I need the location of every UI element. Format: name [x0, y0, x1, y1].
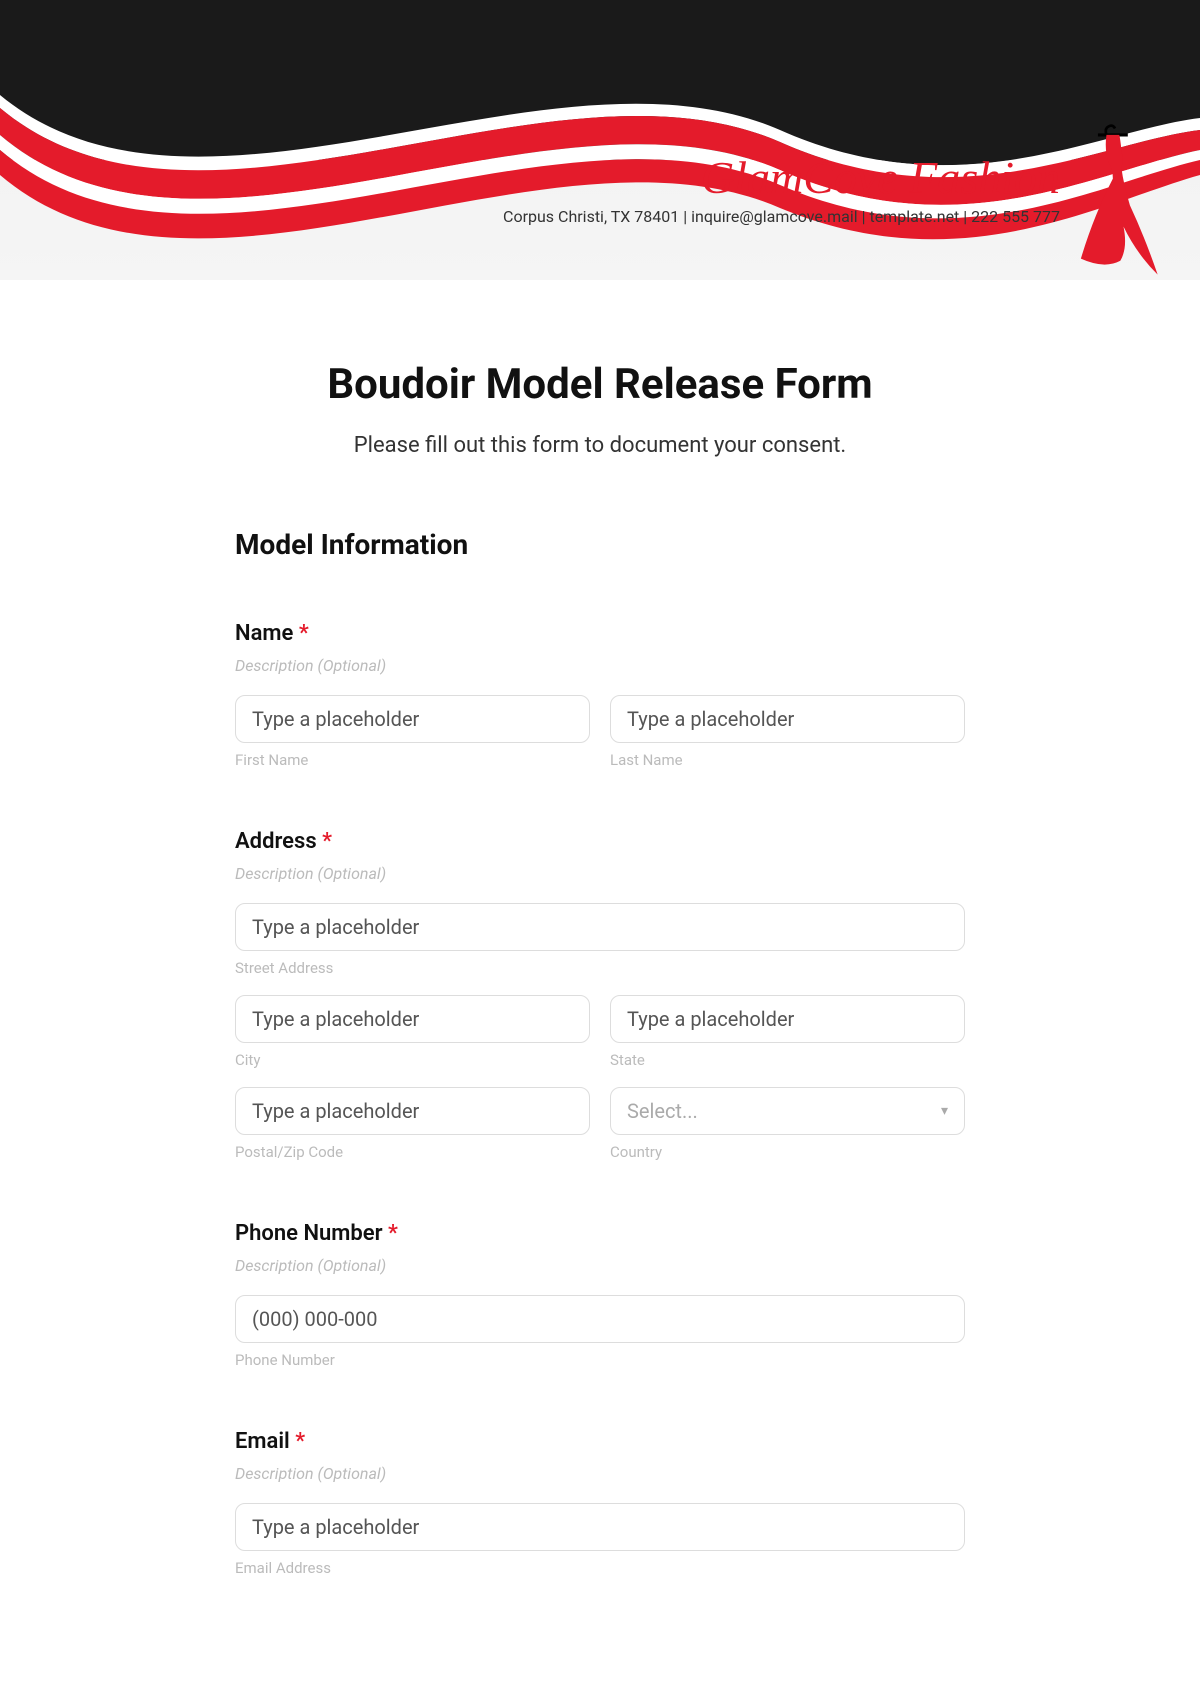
field-group-phone: Phone Number * Description (Optional) Ph… — [235, 1221, 965, 1369]
label-name-text: Name — [235, 621, 293, 646]
brand-name: GlamCove Fashion — [503, 155, 1060, 201]
input-phone[interactable] — [235, 1295, 965, 1343]
sublabel-country: Country — [610, 1143, 965, 1161]
select-country[interactable]: Select... ▾ — [610, 1087, 965, 1135]
sublabel-postal: Postal/Zip Code — [235, 1143, 590, 1161]
select-country-placeholder: Select... — [627, 1099, 698, 1123]
form-container: Boudoir Model Release Form Please fill o… — [120, 360, 1080, 1577]
chevron-down-icon: ▾ — [941, 1103, 948, 1119]
brand-contact: Corpus Christi, TX 78401 | inquire@glamc… — [503, 207, 1060, 226]
input-email[interactable] — [235, 1503, 965, 1551]
sublabel-state: State — [610, 1051, 965, 1069]
sublabel-street: Street Address — [235, 959, 965, 977]
desc-phone: Description (Optional) — [235, 1256, 965, 1275]
desc-address: Description (Optional) — [235, 864, 965, 883]
input-city[interactable] — [235, 995, 590, 1043]
form-title: Boudoir Model Release Form — [235, 360, 965, 409]
required-mark: * — [299, 621, 309, 646]
label-name: Name * — [235, 621, 965, 646]
label-phone: Phone Number * — [235, 1221, 965, 1246]
label-email: Email * — [235, 1429, 965, 1454]
input-first-name[interactable] — [235, 695, 590, 743]
label-phone-text: Phone Number — [235, 1221, 383, 1246]
required-mark: * — [388, 1221, 398, 1246]
sublabel-email: Email Address — [235, 1559, 965, 1577]
desc-email: Description (Optional) — [235, 1464, 965, 1483]
sublabel-first-name: First Name — [235, 751, 590, 769]
input-postal[interactable] — [235, 1087, 590, 1135]
label-email-text: Email — [235, 1429, 290, 1454]
desc-name: Description (Optional) — [235, 656, 965, 675]
sublabel-city: City — [235, 1051, 590, 1069]
sublabel-last-name: Last Name — [610, 751, 965, 769]
label-address: Address * — [235, 829, 965, 854]
field-group-name: Name * Description (Optional) First Name… — [235, 621, 965, 769]
dress-logo-icon — [1060, 120, 1170, 280]
field-group-address: Address * Description (Optional) Street … — [235, 829, 965, 1161]
sublabel-phone: Phone Number — [235, 1351, 965, 1369]
input-state[interactable] — [610, 995, 965, 1043]
wave-graphic — [0, 0, 1200, 280]
form-subtitle: Please fill out this form to document yo… — [235, 433, 965, 458]
brand-block: GlamCove Fashion Corpus Christi, TX 7840… — [503, 155, 1060, 226]
required-mark: * — [322, 829, 332, 854]
field-group-email: Email * Description (Optional) Email Add… — [235, 1429, 965, 1577]
required-mark: * — [295, 1429, 305, 1454]
input-street[interactable] — [235, 903, 965, 951]
label-address-text: Address — [235, 829, 317, 854]
input-last-name[interactable] — [610, 695, 965, 743]
header-banner: GlamCove Fashion Corpus Christi, TX 7840… — [0, 0, 1200, 280]
section-title-model-info: Model Information — [235, 528, 965, 561]
